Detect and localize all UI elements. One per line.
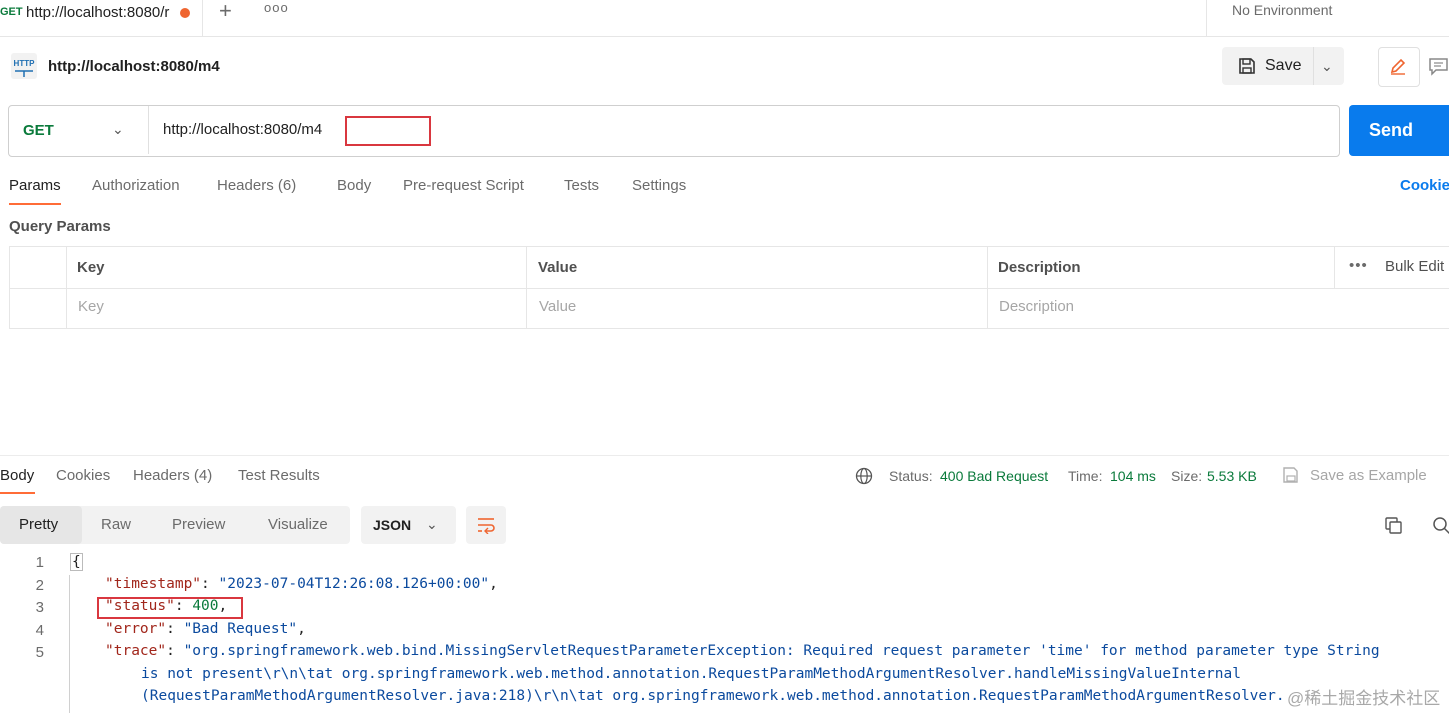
code-line: "error": "Bad Request", <box>105 621 306 637</box>
save-label[interactable]: Save <box>1265 57 1301 75</box>
time-value: 104 ms <box>1110 468 1156 484</box>
line-number: 4 <box>35 622 44 639</box>
comment-icon[interactable] <box>1428 56 1449 76</box>
http-icon: HTTP <box>11 53 37 79</box>
query-params-title: Query Params <box>9 218 111 235</box>
tab-authorization[interactable]: Authorization <box>92 177 180 194</box>
active-tab-indicator <box>0 492 35 494</box>
column-header-value: Value <box>538 259 578 276</box>
json-string: "2023-07-04T12:26:08.126+00:00" <box>218 576 490 592</box>
json-key: "error" <box>105 621 167 637</box>
tab-pre-request-script[interactable]: Pre-request Script <box>403 177 524 194</box>
wrap-lines-icon <box>478 518 495 534</box>
view-preview-button[interactable]: Preview <box>172 516 225 533</box>
line-number: 3 <box>35 599 44 616</box>
status-value: 400 Bad Request <box>940 468 1049 484</box>
key-input[interactable]: Key <box>78 298 104 315</box>
request-title[interactable]: http://localhost:8080/m4 <box>48 58 220 75</box>
tab-params[interactable]: Params <box>9 177 61 194</box>
size-value: 5.53 KB <box>1207 468 1257 484</box>
tab-method-label: GET <box>0 6 23 18</box>
line-number: 5 <box>35 644 44 661</box>
response-tab-body[interactable]: Body <box>0 467 34 484</box>
response-tab-test-results[interactable]: Test Results <box>238 467 320 484</box>
time-label: Time: <box>1068 468 1103 484</box>
more-options-icon[interactable]: ••• <box>1349 257 1368 274</box>
active-tab-indicator <box>9 203 61 205</box>
code-line: "trace": "org.springframework.web.bind.M… <box>105 643 1380 659</box>
code-line-wrap: is not present\r\n\tat org.springframewo… <box>141 666 1241 682</box>
view-visualize-button[interactable]: Visualize <box>268 516 328 533</box>
response-tab-cookies[interactable]: Cookies <box>56 467 110 484</box>
chevron-down-icon[interactable]: ⌄ <box>426 516 438 533</box>
code-line: "timestamp": "2023-07-04T12:26:08.126+00… <box>105 576 498 592</box>
response-divider <box>0 455 1449 456</box>
tab-url-label[interactable]: http://localhost:8080/r <box>26 4 169 21</box>
save-as-example-button[interactable]: Save as Example <box>1310 467 1427 484</box>
indent-guide <box>69 575 70 713</box>
chevron-down-icon[interactable]: ⌄ <box>1321 58 1333 75</box>
code-line-wrap: (RequestParamMethodArgumentResolver.java… <box>141 688 1285 704</box>
value-input[interactable]: Value <box>539 298 576 315</box>
line-number: 2 <box>35 577 44 594</box>
url-divider <box>148 106 149 154</box>
json-string: "Bad Request" <box>183 621 298 637</box>
more-horizontal-icon[interactable]: ooo <box>264 0 289 15</box>
globe-icon[interactable] <box>855 467 873 485</box>
table-column-divider <box>526 247 527 329</box>
response-tab-headers[interactable]: Headers (4) <box>133 467 212 484</box>
search-icon[interactable] <box>1432 516 1449 536</box>
column-header-key: Key <box>77 259 105 276</box>
tab-headers[interactable]: Headers (6) <box>217 177 296 194</box>
json-string: "org.springframework.web.bind.MissingSer… <box>183 643 1380 659</box>
highlight-box <box>97 597 243 619</box>
tab-body[interactable]: Body <box>337 177 371 194</box>
save-icon <box>1239 58 1255 74</box>
code-open-brace: { <box>70 553 83 571</box>
pencil-icon <box>1390 58 1406 75</box>
environment-label[interactable]: No Environment <box>1232 2 1332 18</box>
plus-icon[interactable]: + <box>219 0 232 22</box>
column-header-description: Description <box>998 259 1081 276</box>
unsaved-dot-icon <box>180 8 190 18</box>
size-label: Size: <box>1171 468 1203 484</box>
send-label[interactable]: Send <box>1369 120 1413 141</box>
chevron-down-icon[interactable]: ⌄ <box>112 121 124 138</box>
table-column-divider <box>987 247 988 329</box>
line-number: 1 <box>35 554 44 571</box>
watermark: @稀土掘金技术社区 <box>1287 689 1441 708</box>
cookies-link[interactable]: Cookie <box>1400 177 1449 194</box>
tab-settings[interactable]: Settings <box>632 177 686 194</box>
table-row-divider <box>9 288 1449 289</box>
highlight-box <box>345 116 431 146</box>
view-pretty-label[interactable]: Pretty <box>19 516 58 533</box>
save-divider <box>1313 47 1314 85</box>
url-input[interactable]: http://localhost:8080/m4 <box>163 121 322 138</box>
method-select[interactable]: GET <box>23 122 54 139</box>
format-label[interactable]: JSON <box>373 517 411 533</box>
save-icon <box>1283 467 1298 483</box>
view-raw-button[interactable]: Raw <box>101 516 131 533</box>
table-column-divider <box>66 247 67 329</box>
description-input[interactable]: Description <box>999 298 1074 315</box>
tab-tests[interactable]: Tests <box>564 177 599 194</box>
svg-text:HTTP: HTTP <box>14 59 36 68</box>
bulk-edit-link[interactable]: Bulk Edit <box>1385 258 1444 275</box>
copy-icon[interactable] <box>1384 516 1404 536</box>
table-column-divider <box>1334 247 1335 288</box>
json-key: "trace" <box>105 643 167 659</box>
json-key: "timestamp" <box>105 576 202 592</box>
status-label: Status: <box>889 468 933 484</box>
